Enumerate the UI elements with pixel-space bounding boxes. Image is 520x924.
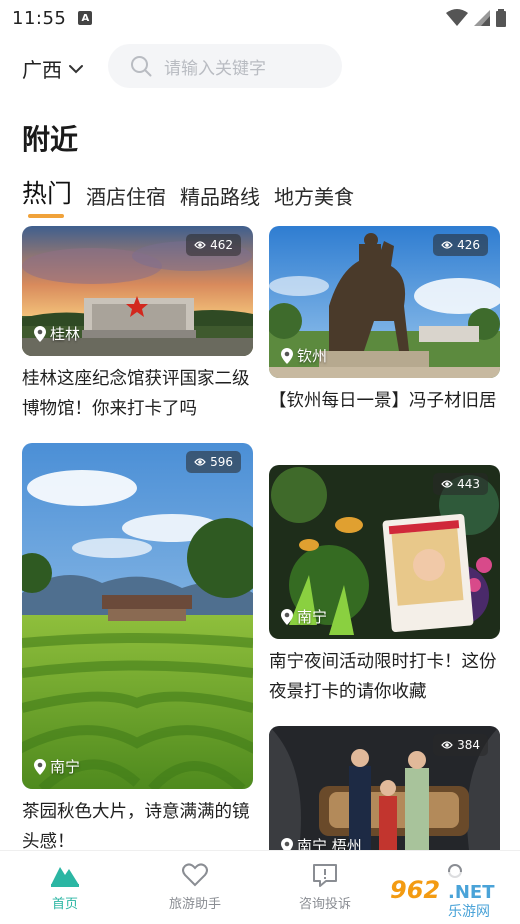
nav-home[interactable]: 首页 [25, 863, 105, 912]
status-icons [446, 9, 506, 27]
eye-icon [441, 480, 453, 488]
nav-label: 旅游助手 [168, 897, 221, 912]
city-label: 广西 [22, 58, 62, 82]
watermark-number: 962 [390, 876, 440, 904]
home-mountain-icon [51, 867, 79, 887]
search-placeholder: 请输入关键字 [164, 58, 266, 79]
tea-garden-photo [22, 443, 253, 789]
eye-icon [194, 241, 206, 249]
view-count-badge: 426 [433, 234, 488, 256]
location-tag: 钦州 [281, 345, 327, 366]
view-count: 596 [210, 455, 233, 469]
chevron-down-icon [69, 64, 83, 73]
search-bar[interactable]: 请输入关键字 [108, 44, 342, 88]
location-label: 桂林 [50, 325, 81, 343]
tab-hotel[interactable]: 酒店住宿 [86, 181, 166, 218]
message-alert-icon [313, 864, 337, 887]
card-title: 茶园秋色大片，诗意满满的镜头感！ [22, 802, 250, 852]
tab-active-indicator [28, 214, 64, 218]
status-time: 11:55 [12, 7, 67, 29]
tab-label: 酒店住宿 [86, 185, 167, 209]
card-image: 462 桂林 [22, 226, 253, 356]
location-pin-icon [281, 347, 293, 364]
view-count: 462 [210, 238, 233, 252]
heart-icon [182, 863, 208, 887]
tab-label: 地方美食 [274, 185, 355, 209]
card-title: 南宁夜间活动限时打卡！这份夜景打卡的请你收藏 [269, 652, 497, 702]
eye-icon [441, 741, 453, 749]
nav-label: 首页 [51, 897, 78, 912]
tab-routes[interactable]: 精品路线 [180, 181, 260, 218]
tab-label: 热门 [22, 179, 73, 208]
location-label: 南宁 [297, 608, 328, 626]
feed-card-guilin[interactable]: 462 桂林 桂林这座纪念馆获评国家二级博物馆！你来打卡了吗 [22, 226, 253, 424]
view-count-badge: 443 [433, 473, 488, 495]
card-title: 【钦州每日一景】冯子材旧居 [269, 391, 497, 411]
battery-icon [496, 9, 506, 27]
view-count-badge: 462 [186, 234, 241, 256]
signal-icon [474, 10, 490, 26]
location-pin-icon [34, 758, 46, 775]
view-count: 426 [457, 238, 480, 252]
feed-card-qinzhou[interactable]: 426 钦州 【钦州每日一景】冯子材旧居 [269, 226, 500, 416]
location-tag: 桂林 [34, 323, 80, 344]
notification-a-icon: A [78, 11, 93, 25]
view-count-badge: 384 [433, 734, 488, 756]
card-image: 443 南宁 [269, 465, 500, 639]
location-pin-icon [281, 608, 293, 625]
card-image: 426 钦州 [269, 226, 500, 378]
status-bar: 11:55 A [0, 0, 520, 36]
location-tag: 南宁 梧州 [281, 835, 362, 850]
nav-consult-complaint[interactable]: 咨询投诉 [285, 863, 365, 912]
view-count: 384 [457, 738, 480, 752]
nav-travel-assistant[interactable]: 旅游助手 [155, 863, 235, 912]
view-count: 443 [457, 477, 480, 491]
location-tag: 南宁 [281, 606, 327, 627]
location-label: 钦州 [297, 347, 328, 365]
location-label: 南宁 [50, 758, 81, 776]
search-icon [131, 56, 152, 77]
tab-hot[interactable]: 热门 [22, 174, 72, 218]
location-pin-icon [34, 325, 46, 342]
watermark-suffix: .NET [448, 882, 495, 903]
tab-label: 精品路线 [180, 185, 261, 209]
location-pin-icon [281, 837, 293, 850]
card-title: 桂林这座纪念馆获评国家二级博物馆！你来打卡了吗 [22, 369, 250, 419]
location-tag: 南宁 [34, 756, 80, 777]
nav-label: 咨询投诉 [298, 897, 351, 912]
location-label: 南宁 梧州 [297, 837, 362, 850]
feed-card-nanning-night[interactable]: 443 南宁 南宁夜间活动限时打卡！这份夜景打卡的请你收藏 [269, 465, 500, 707]
section-title: 附近 [22, 123, 79, 156]
view-count-badge: 596 [186, 451, 241, 473]
eye-icon [441, 241, 453, 249]
wifi-icon [446, 9, 468, 26]
feed-card-tea-garden[interactable]: 596 南宁 茶园秋色大片，诗意满满的镜头感！ [22, 443, 253, 857]
eye-icon [194, 458, 206, 466]
tab-food[interactable]: 地方美食 [274, 181, 354, 218]
category-tabs: 热门 酒店住宿 精品路线 地方美食 [22, 174, 354, 218]
card-image: 596 南宁 [22, 443, 253, 789]
city-selector[interactable]: 广西 [22, 54, 84, 83]
watermark-site: 乐游网 [448, 904, 490, 920]
feed-card-stage[interactable]: 384 南宁 梧州 [269, 726, 500, 850]
card-image: 384 南宁 梧州 [269, 726, 500, 850]
watermark-logo: 962 .NET 乐游网 [386, 872, 514, 920]
header: 广西 请输入关键字 [0, 44, 520, 90]
